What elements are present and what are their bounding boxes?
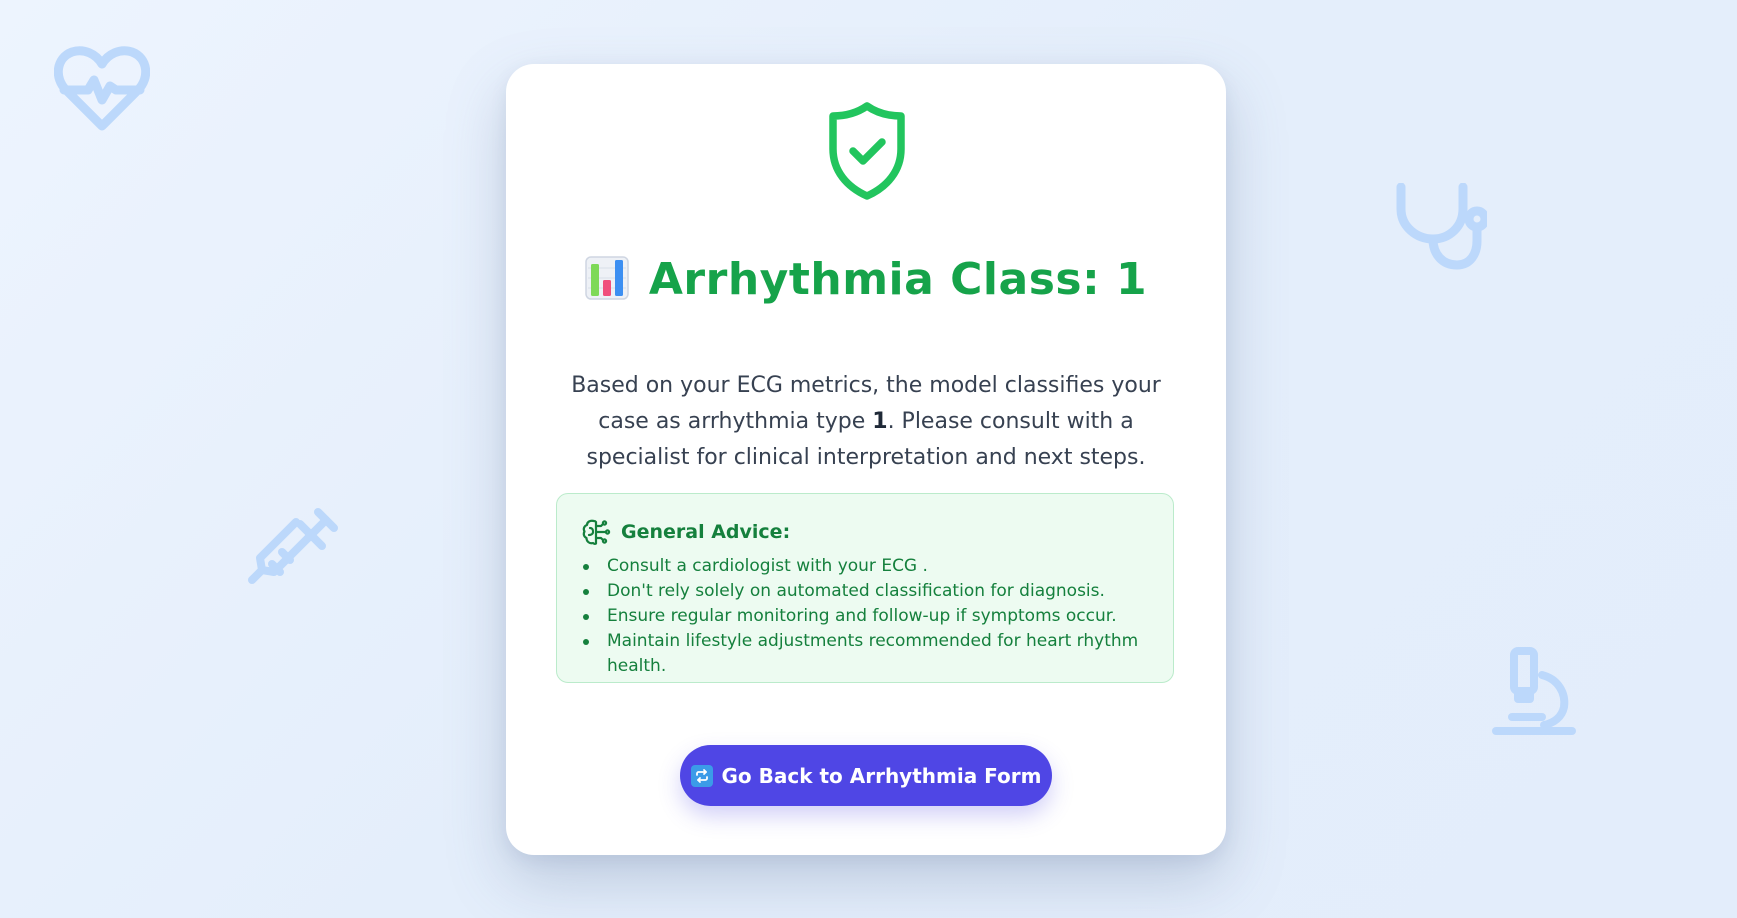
brain-icon [581, 517, 611, 547]
result-card: Arrhythmia Class: 1 Based on your ECG me… [506, 64, 1226, 855]
result-title: Arrhythmia Class: 1 [648, 254, 1148, 305]
advice-header: General Advice: [581, 517, 790, 547]
go-back-button[interactable]: Go Back to Arrhythmia Form [680, 745, 1052, 806]
heart-pulse-icon [54, 46, 150, 134]
advice-item: Maintain lifestyle adjustments recommend… [583, 629, 1173, 679]
description-class-value: 1 [872, 409, 888, 434]
advice-list: Consult a cardiologist with your ECG . D… [581, 554, 1173, 679]
go-back-label: Go Back to Arrhythmia Form [721, 763, 1042, 788]
repeat-icon [690, 764, 713, 787]
result-description: Based on your ECG metrics, the model cla… [556, 368, 1176, 476]
bar-chart-emoji-icon [585, 256, 629, 300]
shield-check-icon [825, 101, 909, 201]
advice-item: Consult a cardiologist with your ECG . [583, 554, 1173, 579]
result-title-row: Arrhythmia Class: 1 [506, 254, 1226, 305]
syringe-icon [246, 506, 340, 600]
stethoscope-icon [1393, 183, 1487, 271]
general-advice-box: General Advice: Consult a cardiologist w… [556, 493, 1174, 683]
advice-heading: General Advice: [621, 521, 791, 543]
advice-item: Don't rely solely on automated classific… [583, 579, 1173, 604]
advice-item: Ensure regular monitoring and follow-up … [583, 604, 1173, 629]
microscope-icon [1492, 645, 1578, 737]
